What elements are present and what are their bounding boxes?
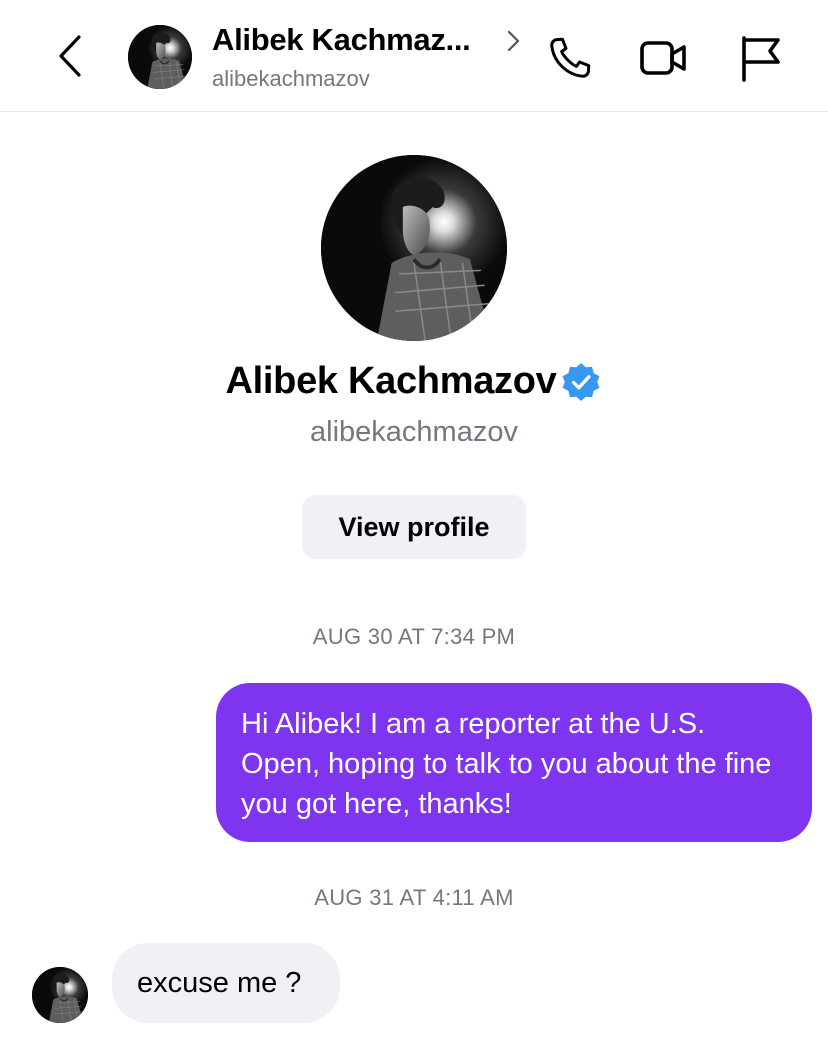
message-timestamp: AUG 30 AT 7:34 PM bbox=[312, 624, 516, 649]
back-arrow-icon bbox=[59, 35, 81, 77]
conversation-header: Alibek Kachmaz... alibekachmazov bbox=[0, 0, 828, 112]
profile-username: alibekachmazov bbox=[310, 416, 518, 448]
report-button[interactable] bbox=[734, 32, 788, 84]
header-contact-name[interactable]: Alibek Kachmaz... bbox=[212, 22, 471, 58]
profile-avatar[interactable] bbox=[321, 155, 507, 341]
message-timestamp: AUG 31 AT 4:11 AM bbox=[314, 885, 514, 910]
video-camera-icon bbox=[640, 41, 686, 75]
flag-icon bbox=[742, 36, 780, 82]
audio-call-button[interactable] bbox=[543, 32, 597, 84]
chevron-right-icon[interactable] bbox=[502, 28, 524, 54]
video-call-button[interactable] bbox=[637, 32, 691, 84]
incoming-message-bubble[interactable]: excuse me ? bbox=[112, 943, 340, 1023]
sender-avatar[interactable] bbox=[32, 967, 88, 1023]
profile-name-row: Alibek Kachmazov bbox=[0, 360, 828, 403]
back-button[interactable] bbox=[50, 30, 90, 82]
outgoing-message-bubble[interactable]: Hi Alibek! I am a reporter at the U.S. O… bbox=[216, 683, 812, 842]
header-username: alibekachmazov bbox=[212, 66, 370, 91]
verified-badge-icon bbox=[563, 362, 600, 401]
phone-icon bbox=[550, 37, 591, 78]
header-avatar[interactable] bbox=[128, 25, 192, 89]
view-profile-button[interactable]: View profile bbox=[302, 495, 526, 559]
profile-name: Alibek Kachmazov bbox=[225, 360, 557, 402]
